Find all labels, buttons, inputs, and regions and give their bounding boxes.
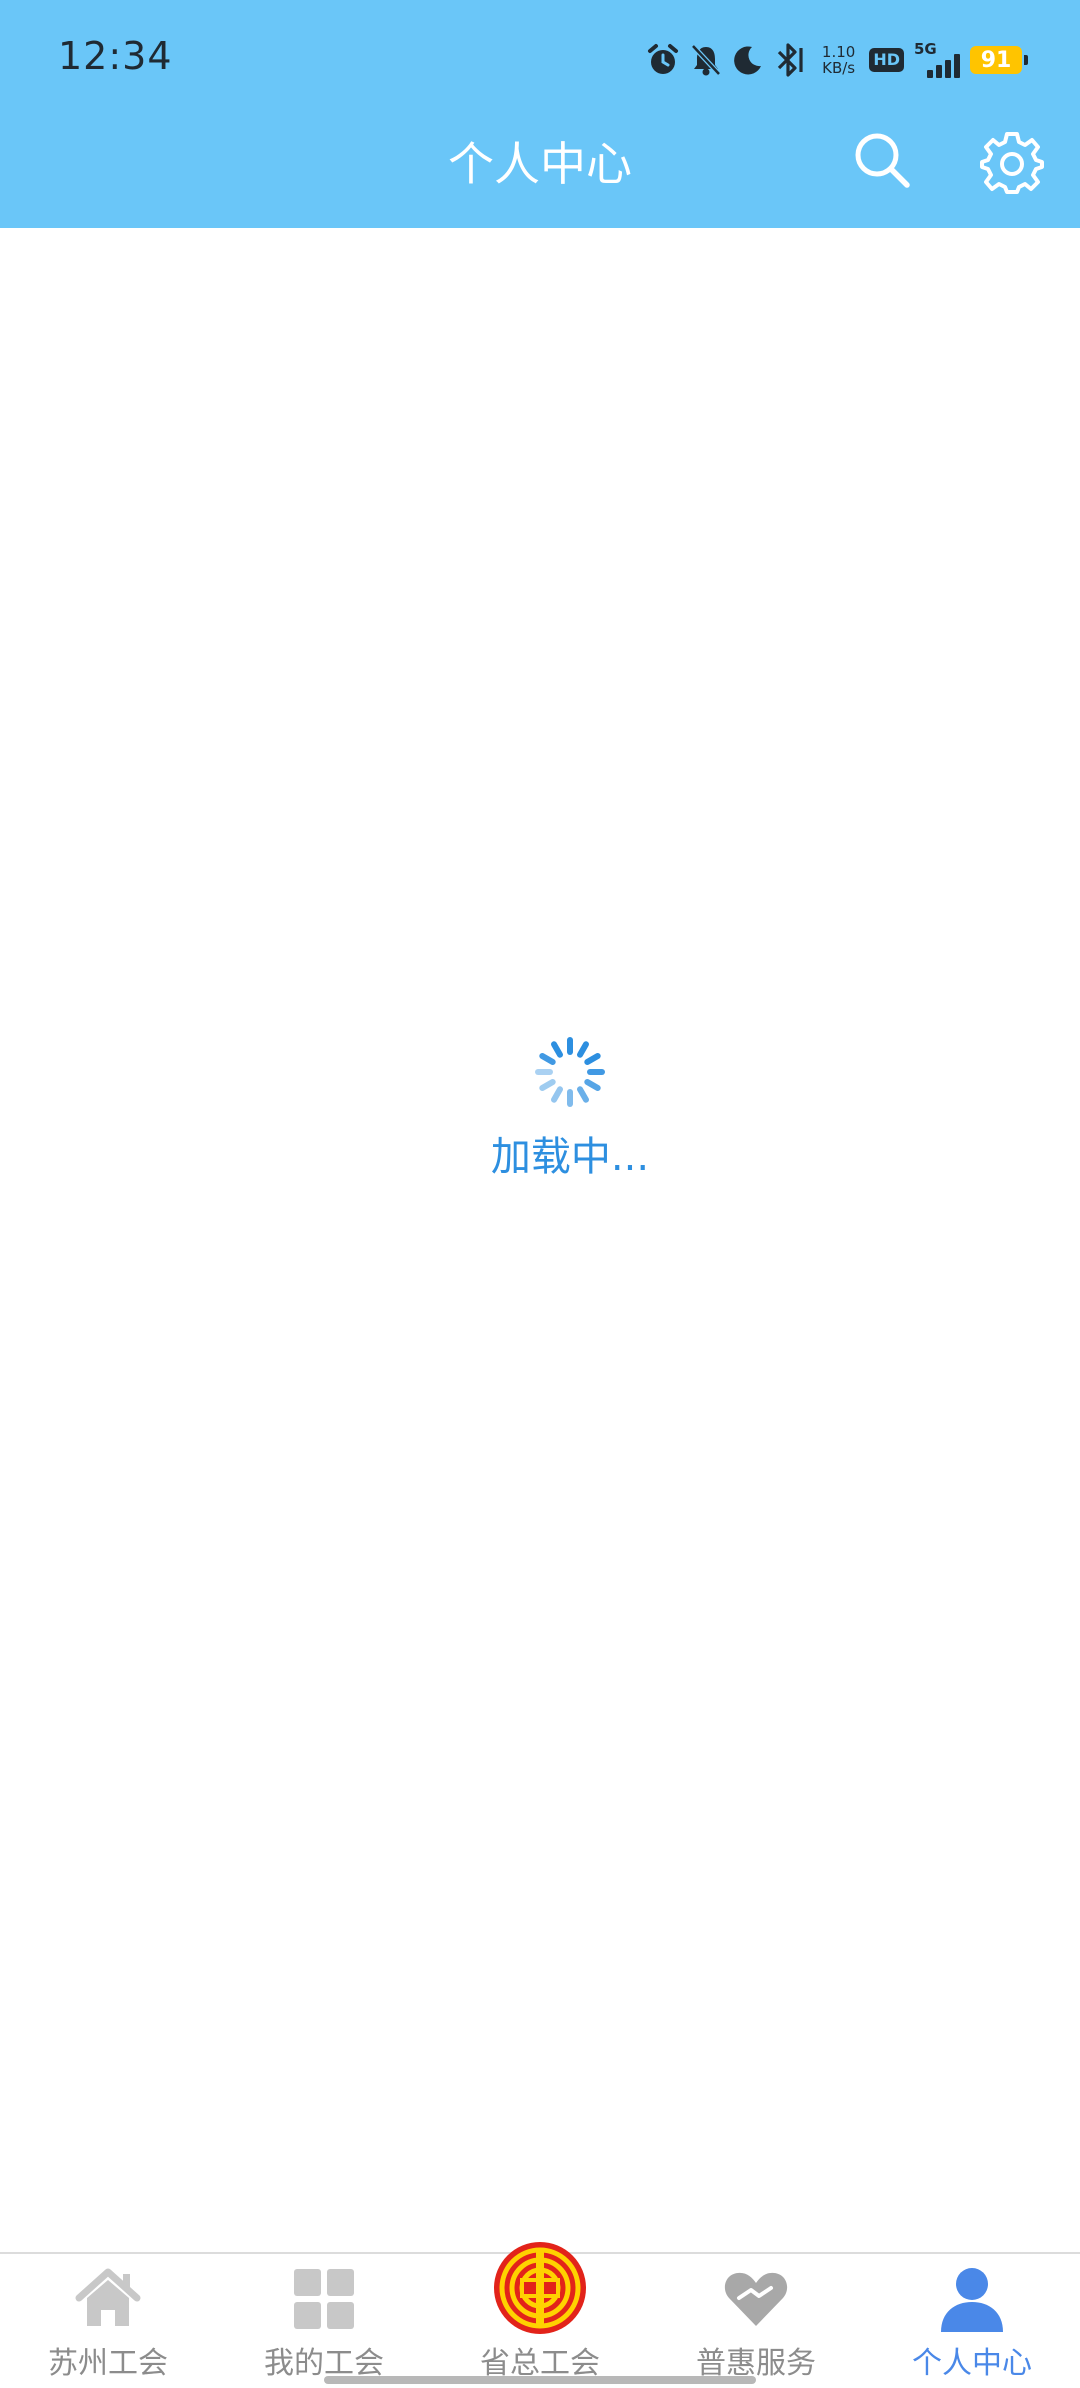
- tab-provincial-union[interactable]: 省总工会: [432, 2242, 648, 2388]
- mute-bell-icon: [691, 44, 721, 76]
- user-icon: [941, 2268, 1003, 2332]
- tab-suzhou-union[interactable]: 苏州工会: [0, 2254, 216, 2388]
- grid-icon: [294, 2269, 354, 2329]
- signal-icon: 5G: [914, 40, 960, 78]
- net-speed-value: 1.10: [821, 43, 856, 61]
- bluetooth-icon: [777, 43, 803, 77]
- net-speed-unit: KB/s: [822, 59, 856, 77]
- tab-label: 个人中心: [912, 2346, 1032, 2381]
- loading-indicator: 加载中...: [440, 1034, 700, 1182]
- home-indicator[interactable]: [324, 2376, 756, 2384]
- battery-icon: 91: [970, 46, 1028, 74]
- network-type-label: 5G: [914, 40, 937, 58]
- top-bar: 12:34 1.10 KB/s HD 5G 91 个人中心: [0, 0, 1080, 228]
- tab-benefit-services[interactable]: 普惠服务: [648, 2254, 864, 2388]
- heart-icon: [724, 2272, 788, 2326]
- loading-text: 加载中...: [490, 1134, 650, 1180]
- tab-personal-center[interactable]: 个人中心: [864, 2254, 1080, 2388]
- alarm-icon: [647, 44, 678, 74]
- status-time: 12:34: [58, 34, 173, 78]
- bottom-tab-bar: 苏州工会 我的工会 省总工会 普惠服务 个人中心: [0, 2242, 1080, 2388]
- home-icon: [75, 2268, 141, 2326]
- status-icons: 1.10 KB/s HD 5G 91: [646, 38, 1028, 82]
- page-title: 个人中心: [448, 137, 632, 191]
- battery-level: 91: [980, 47, 1012, 73]
- union-emblem-icon: [494, 2242, 586, 2334]
- tab-my-union[interactable]: 我的工会: [216, 2254, 432, 2388]
- search-icon[interactable]: [852, 130, 912, 190]
- gear-icon[interactable]: [980, 130, 1044, 194]
- hd-badge: HD: [869, 48, 904, 72]
- moon-icon: [734, 46, 761, 75]
- screen: 12:34 1.10 KB/s HD 5G 91 个人中心 加载中... 苏州工…: [0, 0, 1080, 2388]
- network-speed: 1.10 KB/s: [822, 44, 855, 76]
- spinner-icon: [535, 1037, 605, 1107]
- tab-label: 苏州工会: [48, 2346, 168, 2381]
